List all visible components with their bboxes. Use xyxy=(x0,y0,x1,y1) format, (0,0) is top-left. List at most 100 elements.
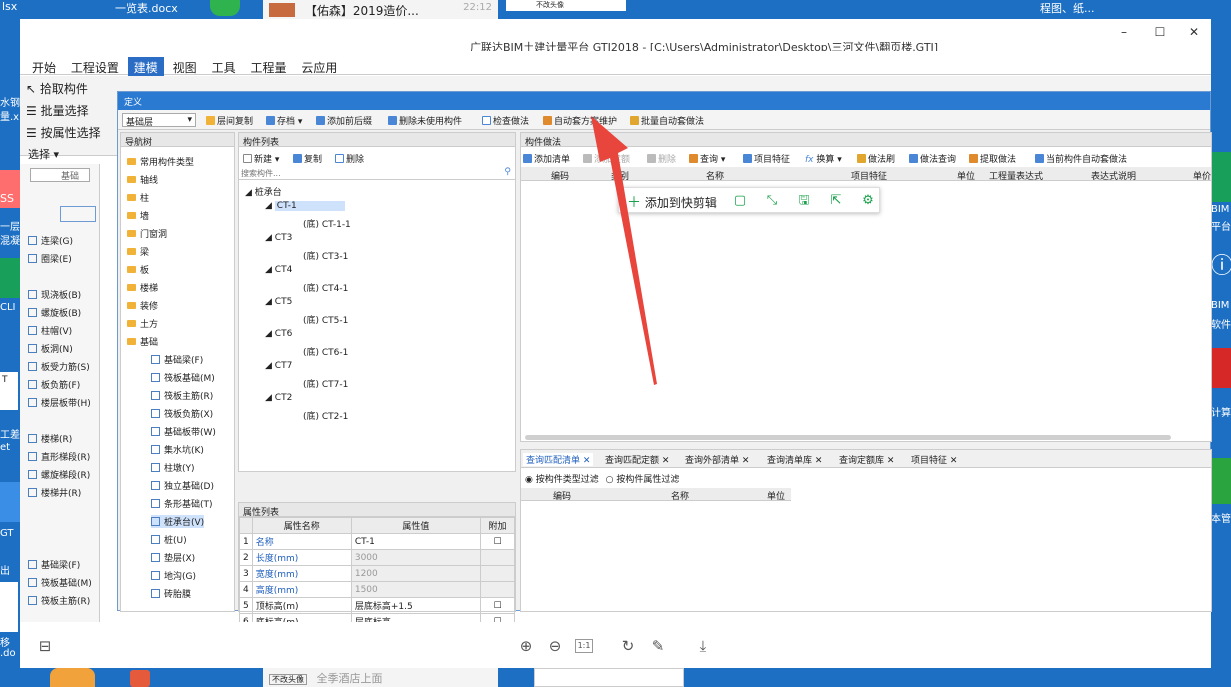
desktop-app-icon[interactable] xyxy=(130,670,150,687)
close-icon[interactable]: ✕ xyxy=(662,456,670,466)
copy-component-button[interactable]: 复制 xyxy=(293,152,322,165)
tree-group[interactable]: ◢ CT3 xyxy=(265,233,292,243)
add-prefix-suffix-button[interactable]: 添加前后缀 xyxy=(316,114,372,127)
thumbnail-icon[interactable]: ⊟ xyxy=(35,636,55,656)
tree-leaf[interactable]: (底) CT-1-1 xyxy=(303,217,351,230)
sidebar-item[interactable]: 现浇板(B) xyxy=(28,288,81,301)
sidebar-item[interactable]: 连梁(G) xyxy=(28,234,73,247)
tab-quota-library[interactable]: 查询定额库 ✕ xyxy=(839,453,894,466)
settings-icon[interactable]: ⚙ xyxy=(859,192,877,210)
nav-item[interactable]: 楼梯 xyxy=(127,281,158,294)
layer-select[interactable]: 基础 xyxy=(30,168,90,182)
nav-item[interactable]: 柱 xyxy=(127,191,149,204)
nav-subitem[interactable]: 垫层(X) xyxy=(151,551,195,564)
tree-leaf[interactable]: (底) CT3-1 xyxy=(303,249,348,262)
view-toggle[interactable] xyxy=(60,206,96,222)
desktop-app-icon[interactable] xyxy=(0,258,20,298)
item-feature-button[interactable]: 项目特征 xyxy=(743,152,790,165)
pick-component-button[interactable]: ↖ 拾取构件 xyxy=(26,80,88,97)
tree-leaf[interactable]: (底) CT2-1 xyxy=(303,409,348,422)
desktop-app-icon[interactable] xyxy=(1211,348,1231,388)
tab-item-feature[interactable]: 项目特征 ✕ xyxy=(911,453,957,466)
close-icon[interactable]: ✕ xyxy=(950,456,958,466)
sidebar-item[interactable]: 板受力筋(S) xyxy=(28,360,90,373)
sidebar-item[interactable]: 基础梁(F) xyxy=(28,558,80,571)
method-brush-button[interactable]: 做法刷 xyxy=(857,152,895,165)
auto-apply-current-button[interactable]: 当前构件自动套做法 xyxy=(1035,152,1127,165)
close-icon[interactable]: ✕ xyxy=(815,456,823,466)
zoom-in-icon[interactable]: ⊕ xyxy=(516,636,536,656)
attach-checkbox[interactable]: ☐ xyxy=(480,597,515,614)
tab-external-list[interactable]: 查询外部清单 ✕ xyxy=(685,453,749,466)
rotate-icon[interactable]: ↻ xyxy=(618,636,638,656)
property-value[interactable]: 1500 xyxy=(350,581,482,598)
tree-group[interactable]: ◢ CT6 xyxy=(265,329,292,339)
sidebar-item[interactable]: 板负筋(F) xyxy=(28,378,80,391)
sidebar-item[interactable]: 筏板基础(M) xyxy=(28,576,92,589)
archive-button[interactable]: 存档 ▾ xyxy=(266,114,302,127)
actual-size-button[interactable]: 1:1 xyxy=(575,639,593,653)
chat-notification-bottom[interactable]: 不改头像 全季酒店上面 xyxy=(263,668,498,687)
desktop-app-icon[interactable]: SS xyxy=(0,170,20,208)
nav-subitem[interactable]: 基础板带(W) xyxy=(151,425,216,438)
table-row[interactable]: 2 长度(mm) 3000 xyxy=(239,549,515,566)
sidebar-item[interactable]: 楼层板带(H) xyxy=(28,396,91,409)
tab-view[interactable]: 视图 xyxy=(167,57,203,78)
tree-leaf[interactable]: (底) CT4-1 xyxy=(303,281,348,294)
nav-subitem[interactable]: 独立基础(D) xyxy=(151,479,214,492)
sidebar-item[interactable]: 柱帽(V) xyxy=(28,324,72,337)
nav-item[interactable]: 基础 xyxy=(127,335,158,348)
nav-subitem[interactable]: 地沟(G) xyxy=(151,569,196,582)
table-row[interactable]: 5 顶标高(m) 层底标高+1.5 ☐ xyxy=(239,597,515,614)
batch-select-button[interactable]: ☰ 批量选择 xyxy=(26,102,89,119)
tree-leaf[interactable]: (底) CT6-1 xyxy=(303,345,348,358)
zoom-out-icon[interactable]: ⊖ xyxy=(545,636,565,656)
sidebar-item[interactable]: 螺旋板(B) xyxy=(28,306,81,319)
table-row[interactable]: 1 名称 CT-1 ☐ xyxy=(239,533,515,550)
copy-between-floors-button[interactable]: 层间复制 xyxy=(206,114,253,127)
table-row[interactable]: 4 高度(mm) 1500 xyxy=(239,581,515,598)
horizontal-scrollbar[interactable] xyxy=(525,435,1171,440)
desktop-app-icon[interactable] xyxy=(1211,458,1231,504)
property-value[interactable]: CT-1 xyxy=(350,533,482,550)
tree-group[interactable]: ◢ CT4 xyxy=(265,265,292,275)
query-button[interactable]: 查询 ▾ xyxy=(689,152,725,165)
attach-checkbox[interactable]: ☐ xyxy=(480,533,515,550)
close-icon[interactable]: ✕ xyxy=(583,456,591,466)
tab-project-settings[interactable]: 工程设置 xyxy=(65,57,125,78)
tree-group[interactable]: ◢ CT-1 xyxy=(265,201,345,211)
new-component-button[interactable]: 新建 ▾ xyxy=(243,152,279,165)
tab-match-list[interactable]: 查询匹配清单 ✕ xyxy=(523,453,594,466)
chat-notification[interactable]: 【佑森】2019造价... 22:12 xyxy=(263,0,498,19)
nav-item[interactable]: 轴线 xyxy=(127,173,158,186)
tab-modeling[interactable]: 建模 xyxy=(127,57,164,78)
nav-item[interactable]: 梁 xyxy=(127,245,149,258)
tab-list-library[interactable]: 查询清单库 ✕ xyxy=(767,453,822,466)
table-row[interactable]: 3 宽度(mm) 1200 xyxy=(239,565,515,582)
select-group-label[interactable]: 选择 ▾ xyxy=(28,146,59,162)
tab-cloud[interactable]: 云应用 xyxy=(295,57,343,78)
desktop-app-icon[interactable] xyxy=(1211,152,1231,202)
delete-unused-button[interactable]: 删除未使用构件 xyxy=(388,114,462,127)
nav-subitem[interactable]: 筏板主筋(R) xyxy=(151,389,213,402)
conversion-button[interactable]: fx 换算 ▾ xyxy=(805,152,842,165)
desktop-file-xlsx[interactable]: lsx xyxy=(2,0,17,22)
download-icon[interactable]: ⤓ xyxy=(693,636,713,656)
sidebar-item[interactable]: 筏板主筋(R) xyxy=(28,594,90,607)
method-query-button[interactable]: 做法查询 xyxy=(909,152,956,165)
close-icon[interactable]: ✕ xyxy=(887,456,895,466)
filter-by-type-radio[interactable]: ◉ 按构件类型过滤 xyxy=(525,475,599,485)
close-icon[interactable]: ✕ xyxy=(742,456,750,466)
nav-subitem[interactable]: 筏板负筋(X) xyxy=(151,407,213,420)
sidebar-item[interactable]: 圈梁(E) xyxy=(28,252,72,265)
nav-subitem[interactable]: 基础梁(F) xyxy=(151,353,203,366)
share-icon[interactable]: ⇱ xyxy=(827,192,845,210)
desktop-app-icon[interactable]: ⓘ xyxy=(1211,248,1231,293)
edit-icon[interactable]: ✎ xyxy=(648,636,668,656)
save-icon[interactable]: 🖫 xyxy=(795,192,813,210)
extract-method-button[interactable]: 提取做法 xyxy=(969,152,1016,165)
nav-item[interactable]: 板 xyxy=(127,263,149,276)
tab-match-quota[interactable]: 查询匹配定额 ✕ xyxy=(605,453,669,466)
delete-component-button[interactable]: 删除 xyxy=(335,152,364,165)
search-icon[interactable]: ⚲ xyxy=(504,167,511,177)
